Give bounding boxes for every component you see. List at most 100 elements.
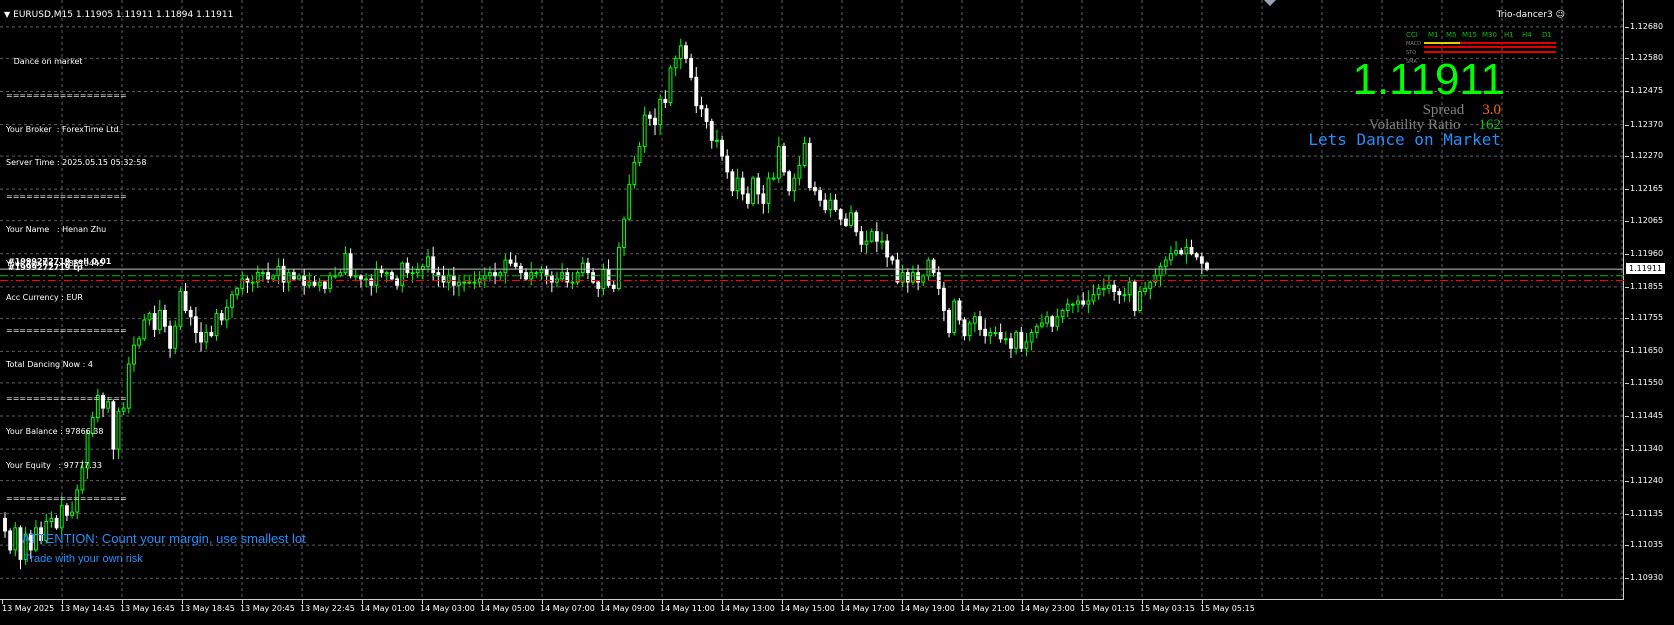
candle-body <box>601 268 606 289</box>
candle-body <box>714 139 719 142</box>
price-label: 1.11650 <box>1630 346 1664 356</box>
candle-body <box>1055 316 1060 327</box>
candle-body <box>147 313 152 321</box>
dropdown-triangle-icon[interactable]: ▼ <box>4 10 10 19</box>
candle-body <box>503 259 508 274</box>
candle-body <box>152 313 157 330</box>
candle-body <box>1065 303 1070 311</box>
time-axis[interactable]: 13 May 2025 13 May 14:45 13 May 16:45 13 Ma… <box>0 600 1624 625</box>
mtf-header-h4: H4 <box>1522 31 1532 39</box>
price-label: 1.12370 <box>1630 119 1664 129</box>
candle-body <box>998 332 1003 340</box>
candle-body <box>209 332 214 337</box>
candle-body <box>1143 287 1148 293</box>
time-label: 14 May 01:00 <box>360 604 415 613</box>
candle-body <box>348 253 353 277</box>
price-tick <box>1625 382 1629 384</box>
info-line: ================== <box>6 191 127 201</box>
candle-body <box>544 268 549 277</box>
candle-body <box>199 332 203 343</box>
price-tick <box>1625 156 1629 158</box>
candle-body <box>441 275 446 283</box>
time-label: 13 May 22:45 <box>300 604 355 613</box>
candle-body <box>1050 316 1055 327</box>
candle-body <box>761 193 766 204</box>
candle-body <box>1096 287 1101 296</box>
mtf-header-d1: D1 <box>1542 31 1552 39</box>
price-label: 1.12580 <box>1630 53 1664 63</box>
candle-body <box>1086 300 1091 305</box>
candle-body <box>467 281 472 284</box>
info-line: Dance on market <box>6 57 83 67</box>
candle-body <box>312 281 317 286</box>
candle-body <box>524 272 528 280</box>
candle-body <box>606 268 611 286</box>
candle-body <box>1009 338 1013 349</box>
price-tick <box>1625 124 1629 126</box>
candle-body <box>926 259 931 277</box>
candle-body <box>250 281 255 284</box>
time-label: 15 May 01:15 <box>1080 604 1135 613</box>
info-line: Your Balance : 97866.38 <box>6 427 104 437</box>
price-label: 1.11550 <box>1630 377 1664 387</box>
price-label: 1.11755 <box>1630 313 1664 323</box>
candle-body <box>653 117 657 126</box>
candle-body <box>1060 309 1065 318</box>
candle-body <box>1174 250 1178 255</box>
candle-body <box>622 218 626 248</box>
candle-body <box>457 281 461 286</box>
candle-body <box>952 300 957 334</box>
candle-body <box>322 281 327 289</box>
candle-body <box>833 199 838 211</box>
candle-body <box>395 278 399 286</box>
info-line: ================== <box>6 494 127 504</box>
price-axis[interactable]: 1.12680 1.12580 1.12475 1.12370 1.12270 1.121… <box>1625 0 1674 600</box>
candle-body <box>163 309 167 327</box>
candle-body <box>1132 281 1137 311</box>
price-label: 1.11240 <box>1630 475 1664 485</box>
price-label: 1.12065 <box>1630 215 1664 225</box>
order-tp-label[interactable]: #1999272719 tp <box>8 263 83 272</box>
candle-body <box>1117 291 1122 296</box>
candle-body <box>632 161 637 185</box>
info-line: Server Time : 2025.05.15 05:32:58 <box>6 158 147 168</box>
candle-body <box>214 313 219 337</box>
candle-body <box>364 278 369 281</box>
candle-body <box>647 114 652 119</box>
chart-shift-marker-icon[interactable] <box>1264 0 1276 6</box>
candle-body <box>642 114 647 148</box>
candle-body <box>771 177 776 180</box>
mtf-header-h1: H1 <box>1504 31 1514 39</box>
candle-body <box>1107 284 1111 289</box>
candle-body <box>1039 322 1044 327</box>
price-tick <box>1625 220 1629 222</box>
candle-body <box>983 328 988 337</box>
candle-body <box>885 240 890 258</box>
candle-body <box>988 332 993 337</box>
price-label: 1.12475 <box>1630 86 1664 96</box>
candle-body <box>668 67 673 104</box>
price-label: 1.11445 <box>1630 410 1664 420</box>
candle-body <box>596 281 601 289</box>
candle-body <box>813 187 817 192</box>
candle-body <box>627 183 632 220</box>
time-label: 13 May 18:45 <box>180 604 235 613</box>
candle-body <box>1189 246 1194 255</box>
candle-body <box>328 275 332 289</box>
candle-body <box>709 120 714 141</box>
candle-body <box>1184 246 1189 255</box>
candle-body <box>704 108 709 122</box>
candle-body <box>766 177 771 204</box>
candle-body <box>1029 332 1034 343</box>
chart-area[interactable]: ▼ EURUSD,M15 1.11905 1.11911 1.11894 1.11… <box>0 0 1624 600</box>
time-label: 14 May 03:00 <box>420 604 475 613</box>
candle-body <box>678 45 683 59</box>
time-label: 14 May 05:00 <box>480 604 535 613</box>
candle-body <box>8 530 13 551</box>
candle-body <box>745 193 750 204</box>
mtf-header-m15: M15 <box>1462 31 1477 39</box>
candle-body <box>720 139 724 157</box>
candle-body <box>343 253 348 274</box>
candle-body <box>864 240 869 245</box>
spread-row: Spread 3.0 <box>1423 102 1501 118</box>
